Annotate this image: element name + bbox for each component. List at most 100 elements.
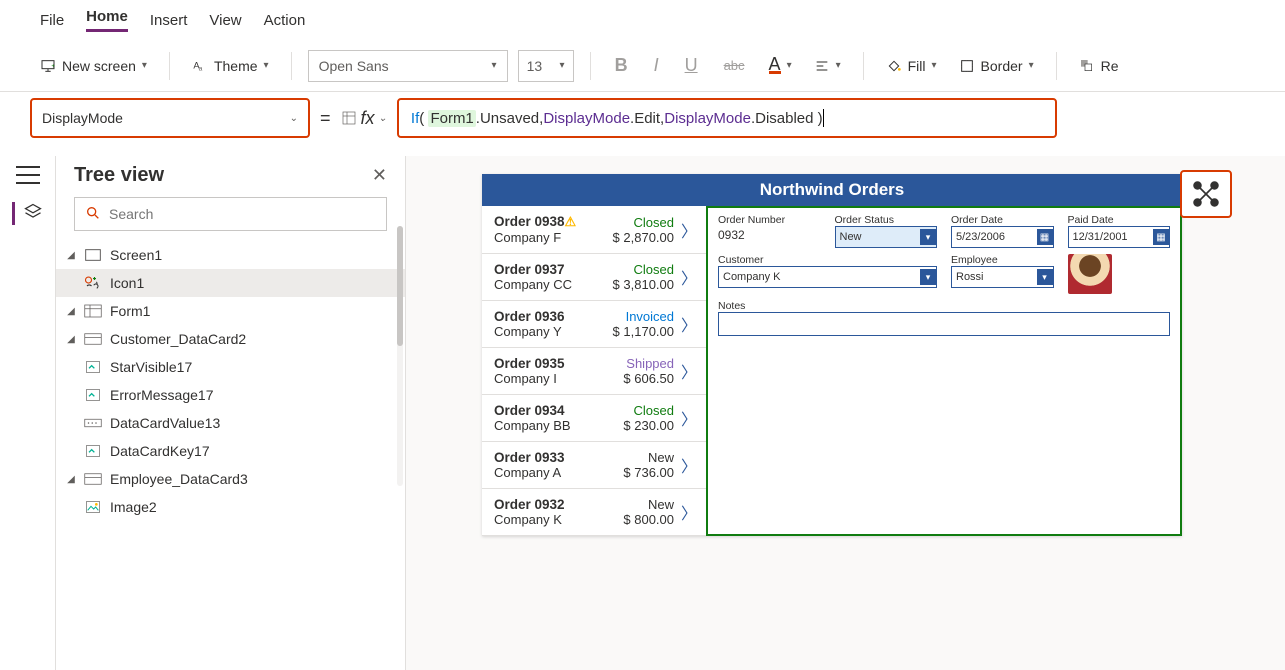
save-icon-selected[interactable] [1180, 170, 1232, 218]
reorder-button[interactable]: Re [1073, 54, 1125, 78]
formula-fn: If [411, 110, 419, 127]
customer-select[interactable]: Company K▾ [718, 266, 937, 288]
order-amount: $ 1,170.00 [613, 324, 674, 339]
tree-node-datacardvalue[interactable]: DataCardValue13 [56, 409, 405, 437]
tree-node-form1[interactable]: ◢Form1 [56, 297, 405, 325]
order-amount: $ 606.50 [623, 371, 674, 386]
chevron-right-icon: 〉 [680, 218, 698, 242]
order-list-item[interactable]: Order 0934Closed〉Company BB$ 230.00 [482, 395, 706, 442]
tree-label: Icon1 [110, 275, 144, 291]
tree-node-employee-datacard[interactable]: ◢Employee_DataCard3 [56, 465, 405, 493]
reorder-label: Re [1101, 58, 1119, 74]
order-number-label: Order Number [718, 214, 821, 226]
app-title: Northwind Orders [482, 174, 1182, 206]
underline-button[interactable]: U [677, 53, 706, 78]
tree-node-errormessage[interactable]: ErrorMessage17 [56, 381, 405, 409]
font-size-value: 13 [527, 58, 543, 74]
order-number: Order 0936 [494, 309, 607, 324]
order-date-input[interactable]: 5/23/2006▦ [951, 226, 1054, 248]
tree-search[interactable] [74, 197, 387, 231]
order-list-item[interactable]: Order 0938⚠Closed〉Company F$ 2,870.00 [482, 206, 706, 254]
formula-id: Form1 [428, 110, 475, 127]
new-screen-button[interactable]: + New screen ▾ [34, 54, 153, 78]
order-date-label: Order Date [951, 214, 1054, 226]
order-list-item[interactable]: Order 0933New〉Company A$ 736.00 [482, 442, 706, 489]
fx-button[interactable]: fx ⌄ [341, 108, 387, 129]
strike-button[interactable]: abc [716, 56, 753, 75]
tree-node-datacardkey[interactable]: DataCardKey17 [56, 437, 405, 465]
tree-label: StarVisible17 [110, 359, 192, 375]
paid-date-label: Paid Date [1068, 214, 1171, 226]
order-list-item[interactable]: Order 0936Invoiced〉Company Y$ 1,170.00 [482, 301, 706, 348]
property-name: DisplayMode [42, 110, 123, 126]
font-color-button[interactable]: A ▾ [763, 53, 798, 78]
tree-node-icon1[interactable]: Icon1 [56, 269, 405, 297]
property-select[interactable]: DisplayMode ⌄ [30, 98, 310, 138]
font-size-select[interactable]: 13 ▾ [518, 50, 574, 82]
border-button[interactable]: Border ▾ [953, 54, 1040, 78]
menu-insert[interactable]: Insert [150, 12, 188, 29]
border-label: Border [981, 58, 1023, 74]
theme-button[interactable]: Aa Theme ▾ [186, 54, 275, 78]
tree-node-image2[interactable]: Image2 [56, 493, 405, 521]
grid-icon [341, 110, 357, 126]
formula-input[interactable]: If( Form1.Unsaved, DisplayMode.Edit, Dis… [397, 98, 1057, 138]
paid-date-input[interactable]: 12/31/2001▦ [1068, 226, 1171, 248]
tree-node-screen1[interactable]: ◢Screen1 [56, 241, 405, 269]
bold-button[interactable]: B [607, 53, 636, 78]
formula-txt3: .Disabled ) [751, 110, 823, 127]
employee-select[interactable]: Rossi▾ [951, 266, 1054, 288]
tree-node-customer-datacard[interactable]: ◢Customer_DataCard2 [56, 325, 405, 353]
order-company: Company BB [494, 418, 617, 433]
tree-label: ErrorMessage17 [110, 387, 214, 403]
chevron-down-icon: ⌄ [290, 113, 298, 124]
menu-home[interactable]: Home [86, 8, 128, 32]
order-list: Order 0938⚠Closed〉Company F$ 2,870.00Ord… [482, 206, 706, 536]
italic-button[interactable]: I [646, 53, 667, 78]
align-icon [814, 58, 830, 74]
customer-label: Customer [718, 254, 937, 266]
employee-label: Employee [951, 254, 1054, 266]
order-status: New [623, 450, 674, 465]
tree-label: DataCardValue13 [110, 415, 220, 431]
order-status: Closed [613, 215, 674, 230]
close-icon[interactable]: ✕ [372, 165, 387, 186]
left-rail [0, 156, 56, 670]
order-list-item[interactable]: Order 0937Closed〉Company CC$ 3,810.00 [482, 254, 706, 301]
order-status-select[interactable]: New▾ [835, 226, 938, 248]
formula-txt1: .Unsaved, [476, 110, 544, 127]
reorder-icon [1079, 58, 1095, 74]
menu-action[interactable]: Action [264, 12, 306, 29]
font-select[interactable]: Open Sans ▾ [308, 50, 508, 82]
chevron-down-icon: ⌄ [379, 113, 387, 124]
order-list-item[interactable]: Order 0932New〉Company K$ 800.00 [482, 489, 706, 536]
order-company: Company F [494, 230, 607, 245]
menu-view[interactable]: View [209, 12, 241, 29]
tree-scrollbar[interactable] [397, 226, 403, 486]
svg-text:+: + [51, 64, 55, 70]
order-status: Closed [613, 262, 674, 277]
order-date-value: 5/23/2006 [956, 231, 1005, 243]
notes-input[interactable] [718, 312, 1170, 336]
tree-node-starvisible[interactable]: StarVisible17 [56, 353, 405, 381]
hamburger-icon[interactable] [16, 166, 40, 184]
tree-view-rail-button[interactable] [12, 202, 43, 225]
chevron-down-icon: ▾ [492, 60, 497, 71]
employee-avatar [1068, 254, 1112, 294]
fill-button[interactable]: Fill ▾ [880, 54, 943, 78]
order-number: Order 0935 [494, 356, 617, 371]
tree-title: Tree view [74, 164, 164, 187]
order-amount: $ 3,810.00 [613, 277, 674, 292]
formula-bar: DisplayMode ⌄ = fx ⌄ If( Form1.Unsaved, … [0, 92, 1285, 156]
chevron-right-icon: 〉 [680, 453, 698, 477]
order-list-item[interactable]: Order 0935Shipped〉Company I$ 606.50 [482, 348, 706, 395]
order-amount: $ 230.00 [623, 418, 674, 433]
align-button[interactable]: ▾ [808, 54, 847, 78]
menu-file[interactable]: File [40, 12, 64, 29]
search-input[interactable] [109, 206, 376, 222]
formula-txt2: .Edit, [630, 110, 664, 127]
sync-save-icon [1189, 177, 1223, 211]
toolbar: + New screen ▾ Aa Theme ▾ Open Sans ▾ 13… [0, 40, 1285, 92]
order-amount: $ 736.00 [623, 465, 674, 480]
svg-text:a: a [199, 65, 203, 72]
